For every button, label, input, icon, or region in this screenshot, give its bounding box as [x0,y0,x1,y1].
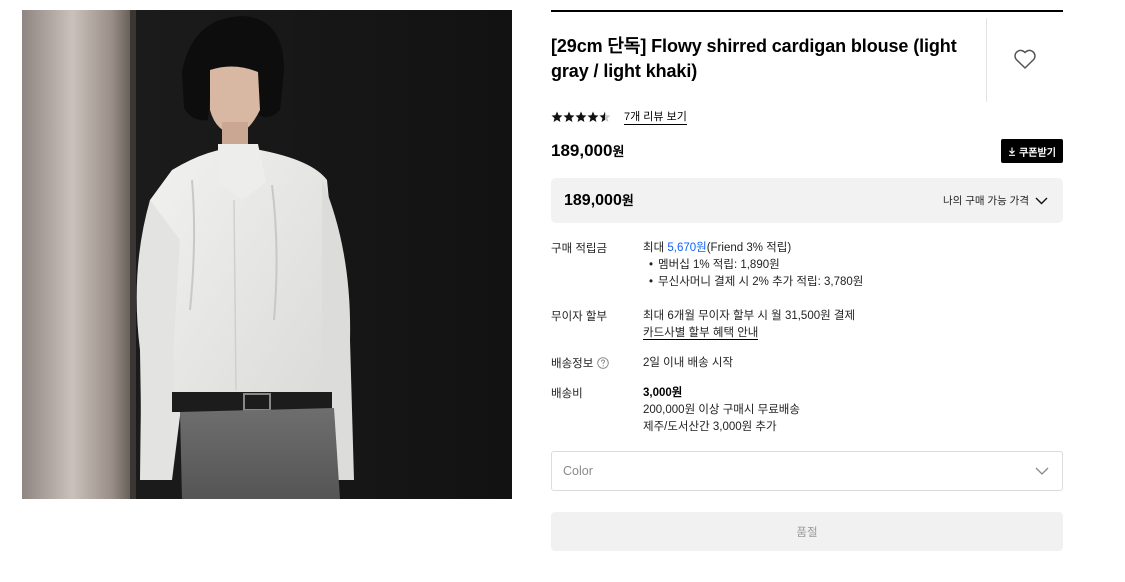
installment-label: 무이자 할부 [551,311,608,323]
coupon-button[interactable]: 쿠폰받기 [1001,139,1063,163]
star-icon [587,111,599,122]
points-label: 구매 적립금 [551,243,608,255]
points-prefix: 최대 [643,242,668,254]
price-amount: 189,000 [551,141,613,160]
points-value: 최대 5,670원(Friend 3% 적립) 멤버십 1% 적립: 1,890… [643,240,863,291]
my-price-label: 나의 구매 가능 가격 [942,195,1029,207]
points-bullet-money: 무신사머니 결제 시 2% 추가 적립: 3,780원 [643,274,863,291]
heart-outline-icon[interactable] [1013,48,1037,70]
product-title: [29cm 단독] Flowy shirred cardigan blouse … [551,36,957,81]
title-vertical-divider [986,18,987,102]
installment-line: 최대 6개월 무이자 할부 시 월 31,500원 결제 [643,310,856,322]
review-link[interactable]: 7개 리뷰 보기 [624,110,687,125]
my-price-amount: 189,000 [564,192,622,209]
installment-value: 최대 6개월 무이자 할부 시 월 31,500원 결제 카드사별 할부 혜택 … [643,308,855,342]
shipping-label: 배송정보 [551,358,594,370]
product-image [22,10,512,499]
star-icon [551,111,563,122]
my-price-box: 189,000원 나의 구매 가능 가격 [551,178,1063,223]
coupon-label: 쿠폰받기 [1019,147,1056,159]
star-icon [563,111,575,122]
star-icon [575,111,587,122]
points-highlight: 5,670원 [667,242,707,254]
chevron-down-icon [1035,197,1048,204]
shipping-island-note: 제주/도서산간 3,000원 추가 [643,421,777,433]
color-select-placeholder: Color [563,464,593,478]
my-price-toggle[interactable]: 나의 구매 가능 가격 [943,193,1048,208]
shipping-free-note: 200,000원 이상 구매시 무료배송 [643,404,800,416]
question-circle-icon[interactable] [597,357,610,369]
shipping-fee-amount: 3,000원 [643,387,683,399]
shipping-label-wrap: 배송정보 [551,355,610,371]
my-price-unit: 원 [621,193,634,208]
product-price: 189,000원 [551,141,624,161]
installment-link[interactable]: 카드사별 할부 혜택 안내 [643,327,759,340]
my-price: 189,000원 [564,190,634,210]
shipping-value: 2일 이내 배송 시작 [643,357,734,369]
half-star-icon [599,111,611,122]
rating-stars [551,111,611,123]
download-icon [1009,147,1016,156]
points-bullet-membership: 멤버십 1% 적립: 1,890원 [643,257,863,274]
soldout-button[interactable]: 품절 [551,512,1063,551]
color-select[interactable]: Color [551,451,1063,491]
price-unit: 원 [612,144,625,159]
top-divider [551,10,1063,12]
chevron-down-icon [1035,467,1049,475]
shipping-fee-value: 3,000원 200,000원 이상 구매시 무료배송 제주/도서산간 3,00… [643,385,800,436]
shipping-fee-label: 배송비 [551,388,583,400]
points-suffix: (Friend 3% 적립) [706,242,792,254]
